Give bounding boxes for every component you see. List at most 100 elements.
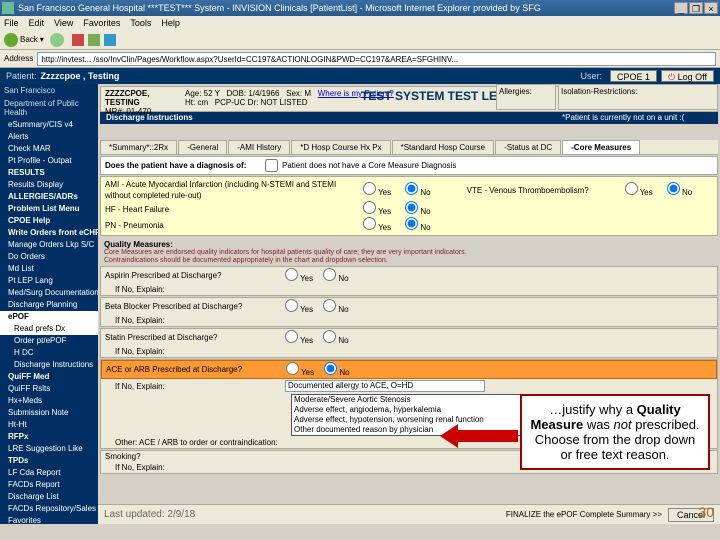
sidebar-sub[interactable]: Submission Note bbox=[0, 407, 98, 419]
sidebar-sub[interactable]: Order pt/ePOF bbox=[0, 335, 98, 347]
dd-opt[interactable]: Adverse effect, hypotension, worsening r… bbox=[292, 415, 520, 425]
sidebar-item[interactable]: Med/Surg Documentation bbox=[0, 287, 98, 299]
sidebar-sub[interactable]: H DC bbox=[0, 347, 98, 359]
sidebar-sub[interactable]: RFPx bbox=[0, 431, 98, 443]
app-icon bbox=[2, 2, 14, 14]
measure-statin: Statin Prescribed at Discharge? Yes No I… bbox=[100, 328, 718, 358]
statin-yes[interactable] bbox=[285, 330, 298, 343]
sidebar-item[interactable]: CPOE Help bbox=[0, 215, 98, 227]
sidebar-item[interactable]: Alerts bbox=[0, 131, 98, 143]
no-core-checkbox[interactable] bbox=[265, 159, 278, 172]
qm-heading: Quality Measures: bbox=[100, 240, 718, 249]
refresh-icon[interactable] bbox=[88, 34, 100, 46]
qm-note2: Contraindications should be documented a… bbox=[100, 257, 718, 265]
stop-icon[interactable] bbox=[72, 34, 84, 46]
bb-no[interactable] bbox=[323, 299, 336, 312]
vte-no[interactable] bbox=[667, 182, 680, 195]
sidebar-sub[interactable]: Ht-Ht bbox=[0, 419, 98, 431]
logoff-button[interactable]: ⏻ Log Off bbox=[661, 70, 714, 82]
sidebar-sub[interactable]: QuiFF Med bbox=[0, 371, 98, 383]
sidebar-sub[interactable]: TPDs bbox=[0, 455, 98, 467]
pn-no[interactable] bbox=[405, 217, 418, 230]
hf-yes[interactable] bbox=[363, 201, 376, 214]
pn-yes[interactable] bbox=[363, 217, 376, 230]
sidebar-sub[interactable]: Discharge Instructions bbox=[0, 359, 98, 371]
sidebar-item[interactable]: Write Orders front eCHR bbox=[0, 227, 98, 239]
tab-std-hosp[interactable]: *Standard Hosp Course bbox=[392, 140, 495, 154]
sidebar-item-epof[interactable]: ePOF bbox=[0, 311, 98, 323]
menu-tools[interactable]: Tools bbox=[130, 18, 151, 28]
aspirin-no[interactable] bbox=[323, 268, 336, 281]
home-icon[interactable] bbox=[104, 34, 116, 46]
ace-no[interactable] bbox=[324, 362, 337, 375]
tab-status[interactable]: -Status at DC bbox=[495, 140, 561, 154]
statin-no[interactable] bbox=[323, 330, 336, 343]
demo-pcp: PCP-UC Dr: NOT LISTED bbox=[215, 98, 308, 107]
address-label: Address bbox=[4, 54, 33, 63]
sidebar-sub[interactable]: FACDs Report bbox=[0, 479, 98, 491]
ami-no[interactable] bbox=[405, 182, 418, 195]
org-line2: Department of Public Health bbox=[0, 97, 98, 119]
menu-file[interactable]: File bbox=[4, 18, 19, 28]
sidebar-sub[interactable]: LF Cda Report bbox=[0, 467, 98, 479]
sidebar-sub[interactable]: Read prefs Dx bbox=[0, 323, 98, 335]
sidebar-item[interactable]: ALLERGIES/ADRs bbox=[0, 191, 98, 203]
annotation-arrow bbox=[458, 430, 518, 442]
sidebar-item[interactable]: Problem List Menu bbox=[0, 203, 98, 215]
sidebar-sub[interactable]: LRE Suggestion Like bbox=[0, 443, 98, 455]
address-input[interactable]: http://invtest... /sso/InvClin/Pages/Wor… bbox=[37, 52, 716, 66]
dd-opt[interactable]: Adverse effect, angiodema, hyperkalemia bbox=[292, 405, 520, 415]
tab-summary[interactable]: *Summary*::2Rx bbox=[100, 140, 177, 154]
sidebar-item[interactable]: Pt LEP Lang bbox=[0, 275, 98, 287]
menu-favorites[interactable]: Favorites bbox=[83, 18, 120, 28]
back-button[interactable]: Back ▾ bbox=[4, 33, 44, 47]
window-title: San Francisco General Hospital ***TEST**… bbox=[18, 3, 541, 13]
menu-view[interactable]: View bbox=[54, 18, 73, 28]
user-chip[interactable]: CPOE 1 bbox=[610, 70, 657, 82]
sidebar-item[interactable]: Results Display bbox=[0, 179, 98, 191]
sidebar-item[interactable]: Check MAR bbox=[0, 143, 98, 155]
arrow-icon bbox=[440, 424, 458, 448]
tab-ami[interactable]: -AMI History bbox=[228, 140, 290, 154]
ace-reason-dropdown[interactable]: Documented allergy to ACE, O=HD bbox=[285, 380, 485, 392]
maximize-button[interactable]: ❐ bbox=[689, 2, 703, 14]
demo-mrn: MR#: 01-470 bbox=[105, 107, 177, 116]
aspirin-yes[interactable] bbox=[285, 268, 298, 281]
bb-yes[interactable] bbox=[285, 299, 298, 312]
vte-yes[interactable] bbox=[625, 182, 638, 195]
footer: Last updated: 2/9/18 FINALIZE the ePOF C… bbox=[98, 504, 720, 524]
qm-note1: Core Measures are endorsed quality indic… bbox=[100, 249, 718, 257]
ace-yes[interactable] bbox=[286, 362, 299, 375]
diag-pn: PN - Pneumonia bbox=[105, 220, 355, 231]
minimize-button[interactable]: _ bbox=[674, 2, 688, 14]
sidebar-sub[interactable]: Discharge List bbox=[0, 491, 98, 503]
sidebar-item[interactable]: eSummary/CIS v4 bbox=[0, 119, 98, 131]
location-bar: *Patient is currently not on a unit :( bbox=[558, 112, 718, 124]
sidebar-sub[interactable]: FACDs Repository/Sales bbox=[0, 503, 98, 515]
sidebar-item[interactable]: RESULTS bbox=[0, 167, 98, 179]
sidebar-item[interactable]: Discharge Planning bbox=[0, 299, 98, 311]
diag-ami: AMI - Acute Myocardial Infarction (inclu… bbox=[105, 179, 355, 201]
tab-general[interactable]: -General bbox=[178, 140, 227, 154]
sidebar-item[interactable]: Pt Profile - Outpat bbox=[0, 155, 98, 167]
menu-edit[interactable]: Edit bbox=[29, 18, 45, 28]
dd-opt[interactable]: Moderate/Severe Aortic Stenosis bbox=[292, 395, 520, 405]
isolation-panel: Isolation-Restrictions: bbox=[558, 84, 718, 110]
tab-hosp[interactable]: *D Hosp Course Hx Px bbox=[291, 140, 390, 154]
browser-toolbar: Back ▾ bbox=[0, 30, 720, 50]
sidebar-sub[interactable]: QuiFF Rslts bbox=[0, 383, 98, 395]
sidebar-item[interactable]: Md List bbox=[0, 263, 98, 275]
sidebar-sub[interactable]: Hx+Meds bbox=[0, 395, 98, 407]
close-button[interactable]: × bbox=[704, 2, 718, 14]
hf-no[interactable] bbox=[405, 201, 418, 214]
sidebar-sub[interactable]: Favorites bbox=[0, 515, 98, 524]
slide-number: 30 bbox=[698, 504, 714, 520]
allergies-panel: Allergies: bbox=[496, 84, 556, 110]
user-label: User: bbox=[580, 71, 602, 81]
forward-button[interactable] bbox=[50, 33, 66, 47]
menu-help[interactable]: Help bbox=[161, 18, 180, 28]
sidebar-item[interactable]: Do Orders bbox=[0, 251, 98, 263]
ami-yes[interactable] bbox=[363, 182, 376, 195]
tab-core-measures[interactable]: -Core Measures bbox=[562, 140, 640, 154]
sidebar-item[interactable]: Manage Orders Lkp S/C bbox=[0, 239, 98, 251]
